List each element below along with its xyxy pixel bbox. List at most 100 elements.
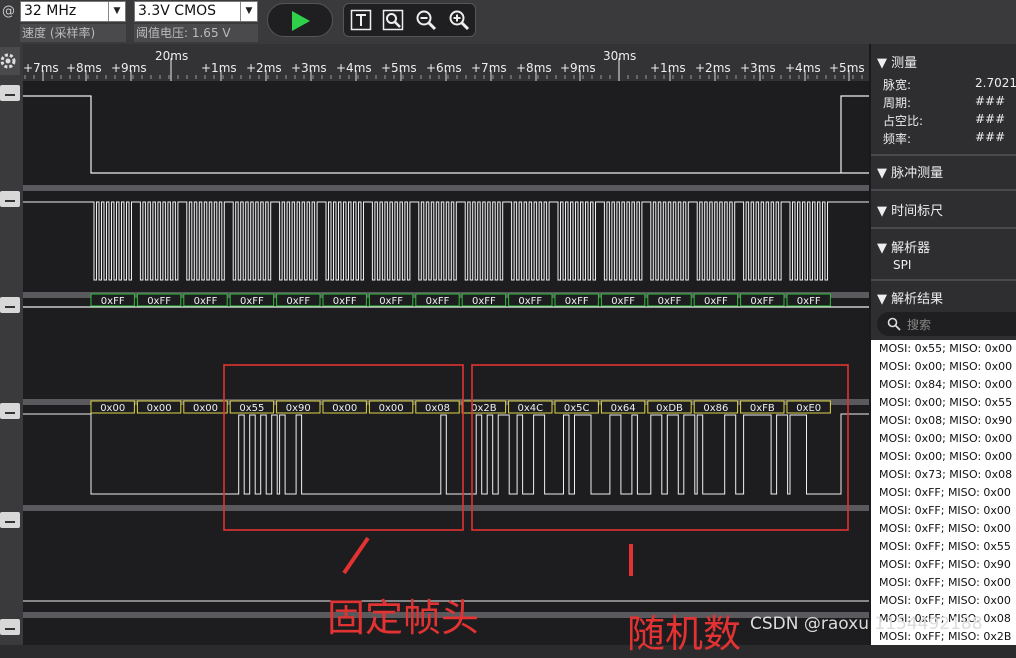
- miso-byte-label: 0xDB: [656, 403, 683, 414]
- view-tools: [343, 3, 476, 37]
- ruler-tick-label: +4ms: [336, 61, 372, 75]
- result-row[interactable]: MOSI: 0xFF; MISO: 0x00: [871, 502, 1016, 520]
- mosi-byte-label: 0xFF: [426, 296, 450, 307]
- result-row[interactable]: MOSI: 0x73; MISO: 0x08: [871, 466, 1016, 484]
- measure-value: ###: [975, 112, 1006, 126]
- result-row[interactable]: MOSI: 0x08; MISO: 0x90: [871, 412, 1016, 430]
- miso-byte-label: 0x00: [379, 403, 404, 414]
- sample-rate-select[interactable]: 32 MHz ▼: [20, 1, 126, 22]
- divider: [871, 189, 1016, 191]
- clock-trace: [23, 201, 869, 281]
- chip-select-trace: [23, 95, 869, 174]
- sample-rate-caption: 速度 (采样率): [20, 24, 126, 42]
- result-row[interactable]: MOSI: 0xFF; MISO: 0x00: [871, 520, 1016, 538]
- at-symbol: @: [2, 4, 15, 19]
- ruler-tick-label: +8ms: [516, 61, 552, 75]
- mosi-byte-label: 0xFF: [611, 296, 635, 307]
- ruler-ticks: +7ms +8ms +9ms +1ms +2ms +3ms +4ms +5ms +6ms +7ms…: [23, 49, 865, 81]
- miso-byte-label: 0x86: [703, 403, 728, 414]
- channel-2-handle[interactable]: [0, 191, 20, 207]
- miso-byte-label: 0x00: [100, 403, 125, 414]
- time-ruler-header[interactable]: ▼ 时间标尺: [877, 200, 943, 219]
- run-button[interactable]: [267, 3, 333, 37]
- divider: [871, 227, 1016, 229]
- miso-trace: [23, 413, 869, 495]
- gear-icon: [0, 53, 16, 69]
- divider: [871, 279, 1016, 281]
- result-row[interactable]: MOSI: 0xFF; MISO: 0x00: [871, 484, 1016, 502]
- ruler-tick-label: +3ms: [291, 61, 327, 75]
- measure-value: ###: [975, 94, 1006, 108]
- results-list[interactable]: MOSI: 0x55; MISO: 0x00 MOSI: 0x00; MISO: …: [871, 340, 1016, 645]
- mosi-byte-label: 0xFF: [797, 296, 821, 307]
- ruler-tick-label: +3ms: [740, 61, 776, 75]
- ruler-tick-label: +2ms: [246, 61, 282, 75]
- channel-4-handle[interactable]: [0, 403, 20, 419]
- divider: [871, 154, 1016, 156]
- measure-label: 频率:: [883, 132, 912, 146]
- measure-value: 2.70210: [975, 76, 1016, 90]
- zoom-fit-icon[interactable]: [382, 9, 404, 31]
- mosi-byte-label: 0xFF: [333, 296, 357, 307]
- ruler-tick-label: +9ms: [560, 61, 596, 75]
- mosi-byte-label: 0xFF: [147, 296, 171, 307]
- result-row[interactable]: MOSI: 0x00; MISO: 0x55: [871, 394, 1016, 412]
- channel-5-handle[interactable]: [0, 512, 20, 528]
- ruler-tick-label: +5ms: [829, 61, 865, 75]
- zoom-in-icon[interactable]: [448, 9, 470, 31]
- zoom-out-icon[interactable]: [415, 9, 437, 31]
- ruler-major-label: 20ms: [155, 49, 188, 63]
- toolbar: @ 32 MHz ▼ 速度 (采样率) 3.3V CMOS ▼ 阈值电压: 1.…: [0, 0, 1016, 44]
- threshold-caption: 阈值电压: 1.65 V: [134, 24, 258, 42]
- watermark: CSDN @raoxu 1154492188: [750, 614, 983, 634]
- chevron-down-icon: ▼: [108, 2, 125, 21]
- voltage-mode-select[interactable]: 3.3V CMOS ▼: [134, 1, 258, 22]
- channel-1-handle[interactable]: [0, 85, 20, 101]
- measure-section-header[interactable]: ▼ 测量: [877, 52, 917, 71]
- mosi-byte-label: 0xFF: [240, 296, 264, 307]
- waveform-traces: 0xFF 0xFF 0xFF 0xFF 0xFF 0xFF 0xFF 0xFF 0xFF 0xFF…: [23, 95, 869, 602]
- results-header[interactable]: ▼ 解析结果: [877, 288, 943, 307]
- voltage-mode-value: 3.3V CMOS: [138, 3, 217, 19]
- result-row[interactable]: MOSI: 0x00; MISO: 0x00: [871, 358, 1016, 376]
- miso-byte-label: 0x2B: [471, 403, 497, 414]
- search-placeholder: 搜索: [907, 318, 932, 332]
- result-row[interactable]: MOSI: 0x84; MISO: 0x00: [871, 376, 1016, 394]
- result-row[interactable]: MOSI: 0xFF; MISO: 0x00: [871, 574, 1016, 592]
- miso-byte-label: 0x64: [611, 403, 636, 414]
- fixed-header-annotation: 固定帧头: [327, 596, 480, 640]
- ruler-tick-label: +7ms: [471, 61, 507, 75]
- result-row[interactable]: MOSI: 0xFF; MISO: 0x55: [871, 538, 1016, 556]
- mosi-byte-label: 0xFF: [101, 296, 125, 307]
- random-number-annotation: 随机数: [627, 612, 742, 656]
- result-row[interactable]: MOSI: 0x00; MISO: 0x00: [871, 430, 1016, 448]
- result-row[interactable]: MOSI: 0x00; MISO: 0x00: [871, 448, 1016, 466]
- measure-label: 占空比:: [883, 114, 924, 128]
- text-cursor-icon[interactable]: [350, 9, 372, 31]
- miso-byte-label: 0xE0: [796, 403, 821, 414]
- analyzer-header[interactable]: ▼ 解析器: [877, 237, 930, 256]
- analyzer-spi-item[interactable]: SPI: [893, 258, 911, 272]
- settings-button[interactable]: [0, 47, 20, 75]
- miso-byte-label: 0x4C: [517, 403, 543, 414]
- pulse-measure-header[interactable]: ▼ 脉冲测量: [877, 162, 943, 181]
- mosi-byte-label: 0xFF: [472, 296, 496, 307]
- miso-byte-label: 0x00: [147, 403, 172, 414]
- miso-byte-label: 0x00: [193, 403, 218, 414]
- waveform-area[interactable]: 0xFF 0xFF 0xFF 0xFF 0xFF 0xFF 0xFF 0xFF 0xFF 0xFF…: [23, 81, 869, 645]
- result-row[interactable]: MOSI: 0xFF; MISO: 0x90: [871, 556, 1016, 574]
- time-ruler[interactable]: +7ms +8ms +9ms +1ms +2ms +3ms +4ms +5ms +6ms +7ms…: [23, 44, 869, 81]
- result-row[interactable]: MOSI: 0xFF; MISO: 0x00: [871, 592, 1016, 610]
- chip-select-trace: [840, 95, 869, 173]
- ruler-tick-label: +1ms: [650, 61, 686, 75]
- miso-byte-label: 0x5C: [564, 403, 590, 414]
- ruler-tick-label: +1ms: [201, 61, 237, 75]
- channel-3-handle[interactable]: [0, 297, 20, 313]
- channel-6-handle[interactable]: [0, 619, 20, 635]
- search-input[interactable]: 搜索: [877, 312, 1016, 336]
- result-row[interactable]: MOSI: 0x55; MISO: 0x00: [871, 340, 1016, 358]
- side-panel: ▼ 测量 脉宽: 2.70210 周期: ### 占空比: ### 频率: ### ▼ 脉冲测…: [869, 44, 1016, 645]
- mosi-byte-label: 0xFF: [704, 296, 728, 307]
- search-icon: [887, 317, 901, 331]
- mosi-byte-label: 0xFF: [518, 296, 542, 307]
